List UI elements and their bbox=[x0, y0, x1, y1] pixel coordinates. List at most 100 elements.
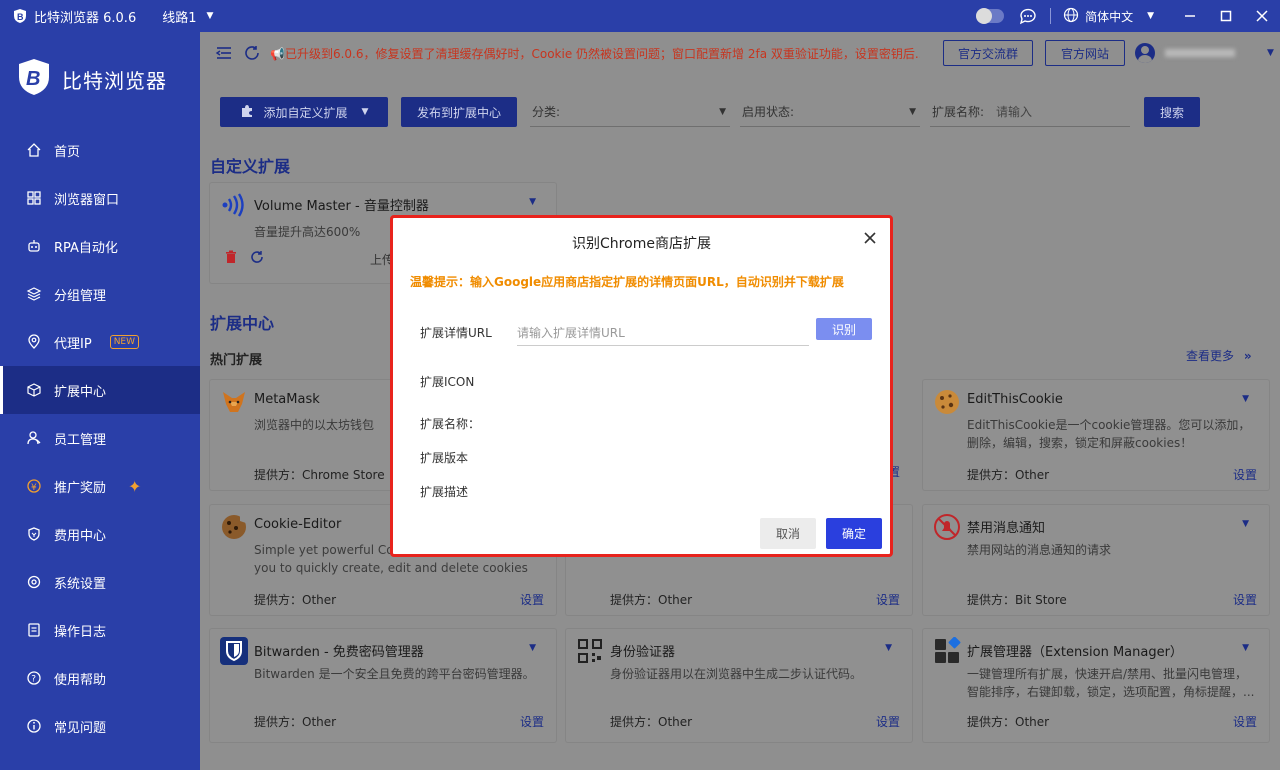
sidebar-item-label: 代理IP bbox=[54, 336, 92, 352]
delete-icon[interactable] bbox=[224, 250, 238, 268]
close-icon[interactable] bbox=[1244, 0, 1280, 32]
chevron-down-icon[interactable]: ▼ bbox=[529, 197, 536, 207]
sidebar-item-home[interactable]: 首页 bbox=[0, 126, 200, 174]
robot-icon bbox=[26, 238, 42, 254]
sidebar-item-staff[interactable]: 员工管理 bbox=[0, 414, 200, 462]
identify-button[interactable]: 识别 bbox=[816, 318, 872, 340]
sidebar-item-billing[interactable]: 费用中心 bbox=[0, 510, 200, 558]
chevron-down-icon[interactable]: ▼ bbox=[1242, 643, 1249, 653]
help-icon: ? bbox=[26, 670, 42, 686]
description-label: 扩展描述 bbox=[420, 485, 469, 499]
sidebar-item-logs[interactable]: 操作日志 bbox=[0, 606, 200, 654]
sidebar-item-label: 扩展中心 bbox=[54, 384, 107, 400]
language-label: 简体中文 bbox=[1085, 9, 1134, 24]
see-more-label: 查看更多 bbox=[1186, 349, 1235, 363]
minimize-icon[interactable] bbox=[1172, 0, 1208, 32]
collapse-menu-icon[interactable] bbox=[214, 43, 234, 63]
cancel-button[interactable]: 取消 bbox=[760, 518, 816, 549]
refresh-icon[interactable] bbox=[242, 43, 262, 63]
extension-provider: 提供方：Other bbox=[610, 593, 693, 607]
shield-icon bbox=[26, 526, 42, 542]
sidebar-item-proxy[interactable]: 代理IP NEW bbox=[0, 318, 200, 366]
route-selector[interactable]: 线路1 bbox=[162, 7, 196, 26]
extension-desc: Bitwarden 是一个安全且免费的跨平台密码管理器。 bbox=[254, 667, 535, 681]
avatar bbox=[1135, 43, 1155, 63]
chevron-down-icon[interactable]: ▼ bbox=[529, 643, 536, 653]
sidebar-item-browser-windows[interactable]: 浏览器窗口 bbox=[0, 174, 200, 222]
sidebar-item-label: 分组管理 bbox=[54, 288, 107, 304]
search-button[interactable]: 搜索 bbox=[1144, 97, 1200, 127]
community-button[interactable]: 官方交流群 bbox=[943, 40, 1033, 66]
url-input[interactable] bbox=[517, 320, 809, 346]
grid-icon bbox=[26, 190, 42, 206]
puzzle-icon bbox=[240, 104, 254, 121]
sidebar-item-faq[interactable]: 常见问题 bbox=[0, 702, 200, 750]
maximize-icon[interactable] bbox=[1208, 0, 1244, 32]
close-icon[interactable] bbox=[864, 228, 876, 249]
sidebar-item-rpa[interactable]: RPA自动化 bbox=[0, 222, 200, 270]
chevron-down-icon[interactable]: ▼ bbox=[1242, 519, 1249, 529]
username-redacted bbox=[1165, 49, 1235, 57]
name-filter-input[interactable]: 请输入 bbox=[996, 103, 1032, 120]
publish-button[interactable]: 发布到扩展中心 bbox=[401, 97, 517, 127]
language-selector[interactable]: 简体中文 ▼ bbox=[1063, 7, 1154, 26]
app-title: 比特浏览器 6.0.6 bbox=[34, 10, 137, 26]
category-label: 分类: bbox=[532, 105, 561, 119]
divider bbox=[1050, 8, 1052, 24]
extension-provider: 提供方：Other bbox=[254, 715, 337, 729]
category-select[interactable]: 分类: ▼ bbox=[530, 97, 730, 127]
sidebar-item-label: 使用帮助 bbox=[54, 672, 107, 688]
add-custom-extension-button[interactable]: 添加自定义扩展 ▼ bbox=[220, 97, 388, 127]
sync-icon[interactable] bbox=[250, 250, 264, 268]
settings-link[interactable]: 设置 bbox=[520, 591, 544, 608]
user-menu[interactable]: ▼ bbox=[1123, 43, 1274, 63]
extension-card-extension-manager[interactable]: 扩展管理器（Extension Manager） ▼ 一键管理所有扩展，快速开启… bbox=[923, 629, 1269, 742]
extension-card-bitwarden[interactable]: Bitwarden - 免费密码管理器 ▼ Bitwarden 是一个安全且免费… bbox=[210, 629, 556, 742]
extension-desc: 身份验证器用以在浏览器中生成二步认证代码。 bbox=[610, 667, 863, 681]
extension-provider: 提供方：Other bbox=[967, 468, 1050, 482]
status-select[interactable]: 启用状态: ▼ bbox=[740, 97, 920, 127]
extension-desc: EditThisCookie是一个cookie管理器。您可以添加，删除，编辑，搜… bbox=[967, 418, 1251, 450]
settings-link[interactable]: 设置 bbox=[1233, 591, 1257, 608]
theme-toggle[interactable] bbox=[976, 8, 1005, 24]
settings-link[interactable]: 设置 bbox=[876, 591, 900, 608]
extension-provider: 提供方：Chrome Store bbox=[254, 468, 385, 482]
sidebar: B 比特浏览器 首页 浏览器窗口 RPA自动化 分组管理 代理IP NEW 扩展… bbox=[0, 32, 200, 770]
website-button[interactable]: 官方网站 bbox=[1045, 40, 1125, 66]
chevron-down-icon[interactable]: ▼ bbox=[885, 643, 892, 653]
chevron-down-icon[interactable]: ▼ bbox=[1242, 394, 1249, 404]
extension-provider: 提供方：Other bbox=[610, 715, 693, 729]
extension-card-editthiscookie[interactable]: EditThisCookie ▼ EditThisCookie是一个cookie… bbox=[923, 380, 1269, 490]
settings-link[interactable]: 设置 bbox=[520, 713, 544, 730]
chevron-down-icon: ▼ bbox=[1147, 11, 1154, 21]
sidebar-item-label: 操作日志 bbox=[54, 624, 107, 640]
cube-icon bbox=[26, 382, 42, 398]
extension-name: 身份验证器 bbox=[610, 645, 676, 660]
sidebar-item-label: RPA自动化 bbox=[54, 240, 118, 256]
extension-name: MetaMask bbox=[254, 392, 320, 407]
custom-extensions-title: 自定义扩展 bbox=[210, 157, 291, 176]
sidebar-item-rewards[interactable]: ¥ 推广奖励 ✦ bbox=[0, 462, 200, 510]
sidebar-item-label: 推广奖励 bbox=[54, 480, 107, 496]
chat-icon[interactable] bbox=[1018, 6, 1038, 26]
sidebar-item-groups[interactable]: 分组管理 bbox=[0, 270, 200, 318]
home-icon bbox=[26, 142, 42, 158]
sidebar-item-settings[interactable]: 系统设置 bbox=[0, 558, 200, 606]
qr-icon bbox=[576, 637, 604, 665]
name-filter[interactable]: 扩展名称: 请输入 bbox=[930, 97, 1130, 127]
sidebar-item-label: 系统设置 bbox=[54, 576, 107, 592]
extension-card-authenticator[interactable]: 身份验证器 ▼ 身份验证器用以在浏览器中生成二步认证代码。 提供方：Other … bbox=[566, 629, 912, 742]
confirm-button[interactable]: 确定 bbox=[826, 518, 882, 549]
chevron-down-icon[interactable]: ▼ bbox=[207, 11, 214, 21]
chevron-down-icon: ▼ bbox=[1267, 48, 1274, 58]
filter-row: 添加自定义扩展 ▼ 发布到扩展中心 分类: ▼ 启用状态: ▼ 扩展名称: 请输… bbox=[220, 96, 1200, 128]
see-more-link[interactable]: 查看更多 » bbox=[1186, 347, 1252, 364]
extension-card-disable-notifications[interactable]: 禁用消息通知 ▼ 禁用网站的消息通知的请求 提供方：Bit Store 设置 bbox=[923, 505, 1269, 615]
settings-link[interactable]: 设置 bbox=[876, 713, 900, 730]
globe-icon bbox=[1063, 7, 1079, 26]
settings-link[interactable]: 设置 bbox=[1233, 713, 1257, 730]
sidebar-item-extensions[interactable]: 扩展中心 bbox=[0, 366, 200, 414]
sidebar-item-help[interactable]: ? 使用帮助 bbox=[0, 654, 200, 702]
reward-icon: ¥ bbox=[26, 478, 42, 494]
settings-link[interactable]: 设置 bbox=[1233, 466, 1257, 483]
